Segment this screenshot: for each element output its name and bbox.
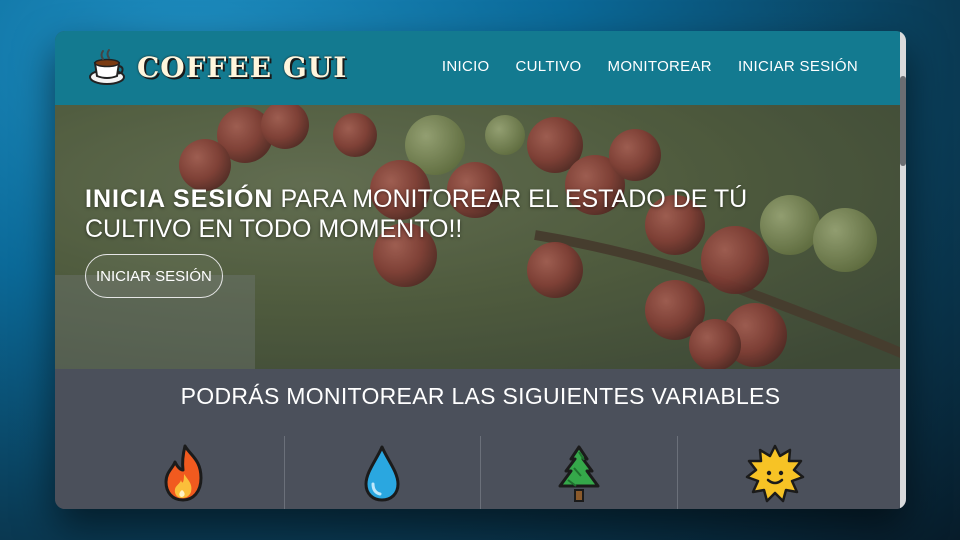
brand-title: COFFEE GUI — [137, 50, 348, 84]
sun-icon — [746, 444, 805, 503]
scrollbar-thumb[interactable] — [900, 76, 906, 166]
brand[interactable]: COFFEE GUI — [87, 47, 347, 87]
browser-window: COFFEE GUI INICIO CULTIVO MONITOREAR INI… — [55, 31, 906, 509]
fire-icon — [164, 444, 203, 502]
variables-title: PODRÁS MONITOREAR LAS SIGUIENTES VARIABL… — [180, 383, 781, 409]
nav-item-monitorear[interactable]: MONITOREAR — [608, 58, 712, 75]
variables-section: PODRÁS MONITOREAR LAS SIGUIENTES VARIABL… — [55, 369, 906, 509]
hero-headline: INICIA SESIÓN PARA MONITOREAR EL ESTADO … — [85, 184, 845, 244]
variable-light — [676, 436, 874, 509]
tree-icon — [558, 445, 600, 502]
main-nav: INICIO CULTIVO MONITOREAR INICIAR SESIÓN — [442, 58, 858, 75]
variable-humidity — [283, 436, 481, 509]
navbar: COFFEE GUI INICIO CULTIVO MONITOREAR INI… — [55, 31, 906, 105]
nav-item-cultivo[interactable]: CULTIVO — [516, 58, 582, 75]
hero-headline-strong: INICIA SESIÓN — [85, 185, 274, 213]
nav-item-inicio[interactable]: INICIO — [442, 58, 490, 75]
hero-login-button[interactable]: INICIAR SESIÓN — [85, 254, 223, 298]
nav-item-iniciar-sesion[interactable]: INICIAR SESIÓN — [738, 58, 858, 75]
page-scrollbar[interactable] — [900, 31, 906, 509]
water-drop-icon — [364, 445, 400, 502]
coffee-cup-icon — [89, 49, 125, 85]
hero-section: INICIA SESIÓN PARA MONITOREAR EL ESTADO … — [55, 105, 906, 369]
variable-crop — [480, 436, 677, 509]
variables-icons-row — [87, 436, 873, 509]
variable-temperature — [87, 436, 284, 509]
